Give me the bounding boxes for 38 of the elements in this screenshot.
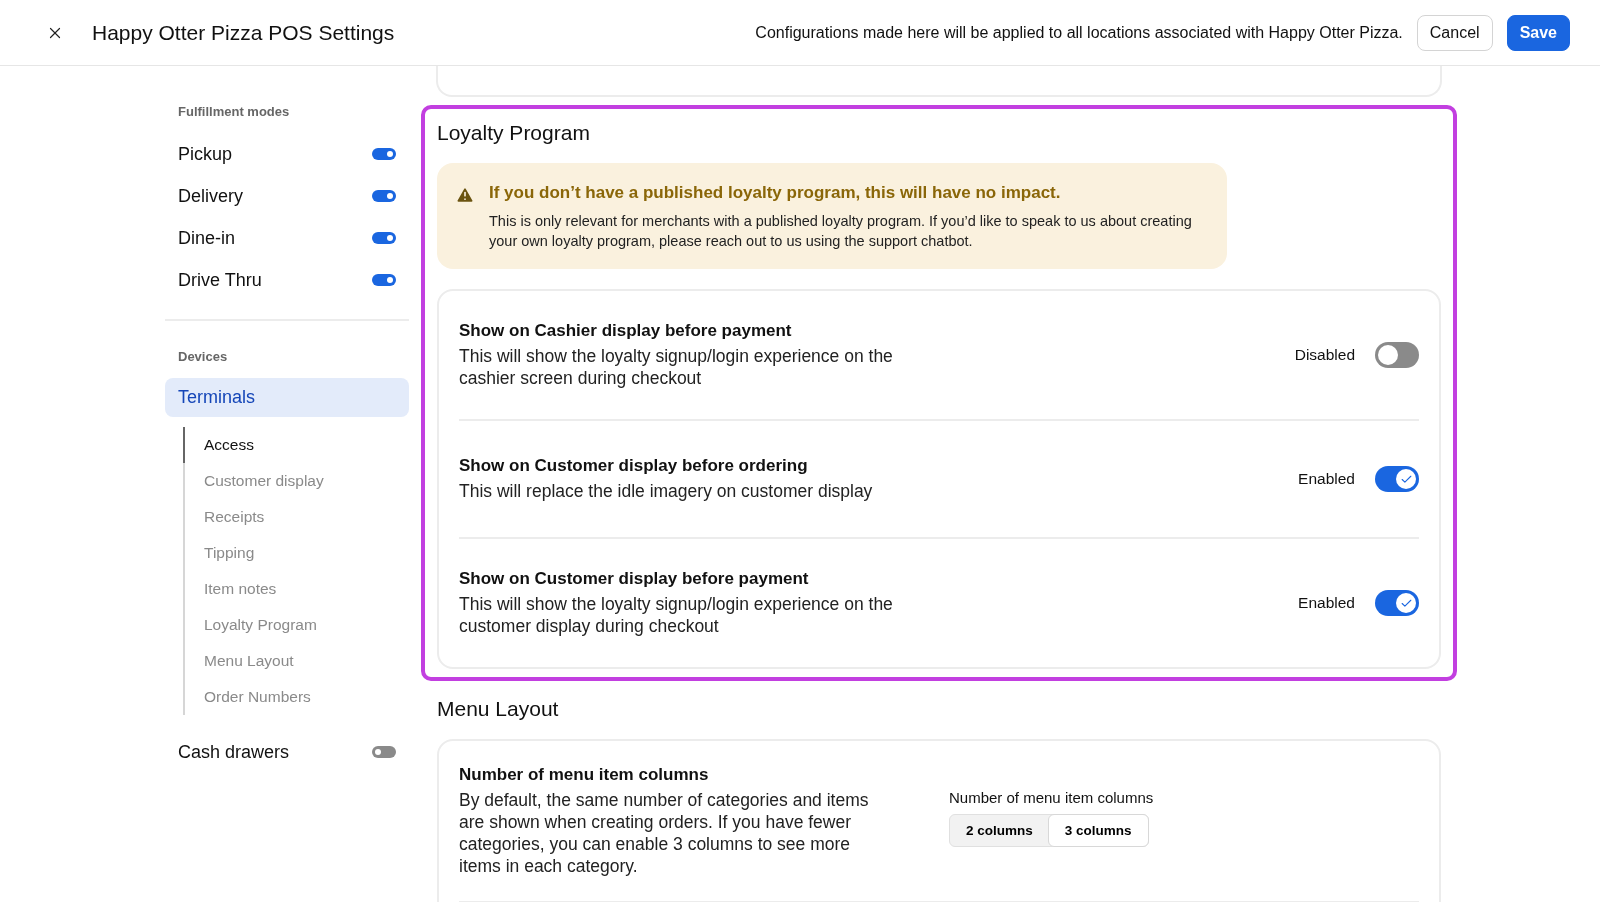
status-label: Enabled [1298,470,1355,488]
section-heading: Devices [177,349,229,364]
segment-option[interactable]: 3 columns [1047,814,1149,847]
setting-title: Show on Customer display before payment [459,569,810,589]
sidebar-subitem[interactable]: Receipts [183,499,409,535]
cancel-button[interactable]: Cancel [1416,14,1493,51]
warning-heading: If you don’t have a published loyalty program, this will have no impact. [489,183,1062,203]
sidebar-subitem[interactable]: Access [183,427,409,463]
sidebar-subitem[interactable]: Tipping [183,535,409,571]
save-button[interactable]: Save [1506,14,1570,51]
sidebar-subitem[interactable]: Menu Layout [183,643,409,679]
section-heading: Fulfillment modes [177,104,291,119]
segment-option[interactable]: 2 columns [949,814,1050,847]
sidebar-item: Pickup [178,143,233,165]
sidebar-subitem[interactable]: Order Numbers [183,679,409,715]
sidebar-subitem[interactable]: Customer display [183,463,409,499]
sidebar-subitem[interactable]: Loyalty Program [183,607,409,643]
sidebar-item: Cash drawers [178,741,290,763]
setting-title: Number of menu item columns [459,765,710,785]
section-title: Loyalty Program [437,121,591,145]
status-label: Enabled [1298,594,1355,612]
setting-description: This will show the loyalty signup/login experience on the cashier screen during checkout [459,345,894,389]
sidebar-item: Dine-in [178,227,236,249]
setting-title: Show on Cashier display before payment [459,321,793,341]
section-title: Menu Layout [437,697,560,721]
page-title: Happy Otter Pizza POS Settings [92,20,396,45]
warning-text: This is only relevant for merchants with a published loyalty program. If you’d like to speak to us about creating your own loyalty program, please reach out to us using the support chatbot. [489,212,1193,251]
setting-description: This will show the loyalty signup/login experience on the customer display during checkout [459,593,894,637]
control-label: Number of menu item columns [949,789,1155,806]
setting-title: Show on Customer display before ordering [459,456,809,476]
sidebar-item: Drive Thru [178,269,262,291]
status-label: Disabled [1294,346,1355,364]
sidebar-item: Delivery [178,185,243,207]
setting-description: By default, the same number of categories and items are shown when creating orders. If you have fewer categories, you can enable 3 columns to see more items in each category. [459,789,870,877]
notice-text: Configurations made here will be applied to all locations associated with Happy Otter Pizza. [755,23,1403,42]
sidebar-subitem[interactable]: Item notes [183,571,409,607]
sidebar-item[interactable]: Terminals [165,378,409,417]
setting-description: This will replace the idle imagery on customer display [459,480,874,502]
